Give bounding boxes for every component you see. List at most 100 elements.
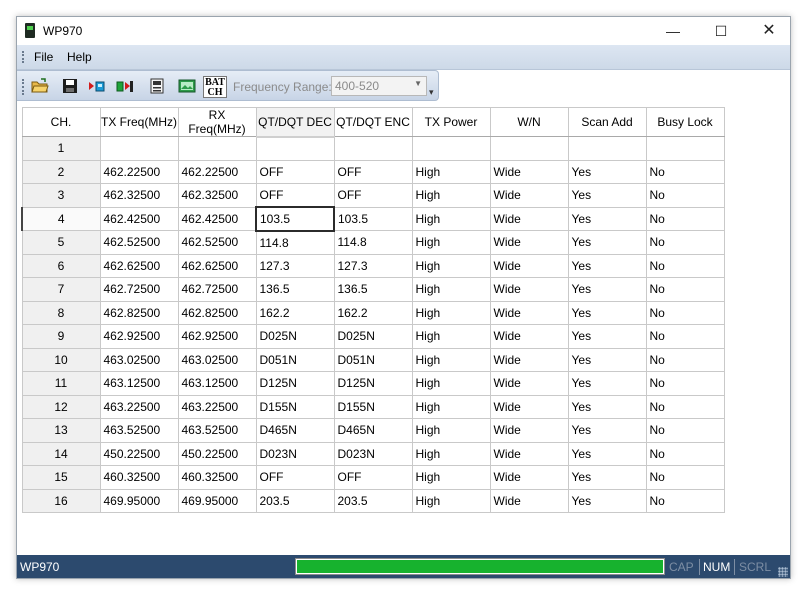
cell-dec[interactable]: 162.2 (255, 300, 335, 325)
cell-rx-freq[interactable]: 460.32500 (177, 465, 257, 490)
cell-enc[interactable]: 103.5 (333, 206, 413, 231)
toolbar-grip[interactable] (22, 79, 26, 95)
cell-tx-power[interactable]: High (411, 253, 491, 278)
cell-scan-add[interactable]: Yes (567, 253, 647, 278)
cell-busy-lock[interactable]: No (645, 465, 725, 490)
cell-rx-freq[interactable]: 462.32500 (177, 183, 257, 208)
cell-enc[interactable]: OFF (333, 183, 413, 208)
cell-wn[interactable]: Wide (489, 277, 569, 302)
read-radio-icon[interactable] (88, 77, 106, 95)
cell-enc[interactable]: D025N (333, 324, 413, 349)
column-header-busy-lock[interactable]: Busy Lock (645, 107, 725, 137)
cell-rx-freq[interactable]: 462.62500 (177, 253, 257, 278)
cell-wn[interactable]: Wide (489, 347, 569, 372)
cell-rx-freq[interactable]: 463.22500 (177, 394, 257, 419)
cell-busy-lock[interactable]: No (645, 300, 725, 325)
close-button[interactable]: ✕ (746, 17, 790, 45)
cell-enc[interactable]: D465N (333, 418, 413, 443)
cell-dec[interactable]: 114.8 (255, 230, 335, 255)
cell-tx-power[interactable]: High (411, 300, 491, 325)
cell-scan-add[interactable]: Yes (567, 347, 647, 372)
save-icon[interactable] (61, 77, 79, 95)
batch-channel-button[interactable]: BAT CH (203, 76, 227, 98)
cell-tx-power[interactable]: High (411, 371, 491, 396)
cell-tx-power[interactable]: High (411, 183, 491, 208)
cell-rx-freq[interactable]: 462.82500 (177, 300, 257, 325)
cell-enc[interactable]: OFF (333, 465, 413, 490)
cell-tx-freq[interactable]: 462.22500 (99, 159, 179, 184)
row-header[interactable]: 10 (21, 347, 101, 372)
cell-dec[interactable]: 127.3 (255, 253, 335, 278)
cell-enc[interactable]: D125N (333, 371, 413, 396)
cell-dec[interactable]: D023N (255, 441, 335, 466)
cell-wn[interactable]: Wide (489, 488, 569, 513)
cell-rx-freq[interactable] (177, 136, 257, 161)
menu-file[interactable]: File (34, 50, 53, 64)
cell-wn[interactable]: Wide (489, 300, 569, 325)
row-header[interactable]: 5 (21, 230, 101, 255)
cell-scan-add[interactable]: Yes (567, 324, 647, 349)
cell-tx-freq[interactable]: 462.62500 (99, 253, 179, 278)
cell-busy-lock[interactable] (645, 136, 725, 161)
cell-wn[interactable]: Wide (489, 441, 569, 466)
resize-grip[interactable] (778, 567, 788, 577)
cell-tx-freq[interactable]: 462.72500 (99, 277, 179, 302)
cell-rx-freq[interactable]: 462.42500 (177, 206, 257, 231)
cell-dec[interactable] (255, 136, 335, 161)
cell-tx-freq[interactable]: 463.52500 (99, 418, 179, 443)
toolbar-overflow-icon[interactable]: ▾ (429, 87, 434, 98)
cell-tx-freq[interactable]: 462.32500 (99, 183, 179, 208)
row-header[interactable]: 3 (21, 183, 101, 208)
cell-scan-add[interactable]: Yes (567, 488, 647, 513)
open-folder-icon[interactable] (31, 77, 49, 95)
cell-scan-add[interactable]: Yes (567, 418, 647, 443)
cell-tx-freq[interactable]: 460.32500 (99, 465, 179, 490)
cell-tx-freq[interactable]: 469.95000 (99, 488, 179, 513)
cell-wn[interactable]: Wide (489, 159, 569, 184)
row-header[interactable]: 7 (21, 277, 101, 302)
memory-icon[interactable] (148, 77, 166, 95)
cell-tx-freq[interactable]: 462.42500 (99, 206, 179, 231)
cell-tx-power[interactable]: High (411, 394, 491, 419)
title-bar[interactable]: WP970 — ☐ ✕ (17, 17, 790, 45)
cell-wn[interactable]: Wide (489, 324, 569, 349)
cell-wn[interactable]: Wide (489, 253, 569, 278)
cell-busy-lock[interactable]: No (645, 253, 725, 278)
write-radio-icon[interactable] (116, 77, 134, 95)
cell-wn[interactable]: Wide (489, 206, 569, 231)
cell-enc[interactable]: D155N (333, 394, 413, 419)
column-header-wn[interactable]: W/N (489, 107, 569, 137)
cell-tx-power[interactable]: High (411, 465, 491, 490)
cell-rx-freq[interactable]: 463.12500 (177, 371, 257, 396)
cell-rx-freq[interactable]: 462.52500 (177, 230, 257, 255)
row-header[interactable]: 1 (21, 136, 101, 161)
row-header[interactable]: 4 (21, 206, 101, 231)
cell-wn[interactable]: Wide (489, 371, 569, 396)
column-header-channel[interactable]: CH. (21, 107, 101, 137)
cell-tx-power[interactable]: High (411, 277, 491, 302)
cell-scan-add[interactable]: Yes (567, 441, 647, 466)
row-header[interactable]: 8 (21, 300, 101, 325)
cell-rx-freq[interactable]: 462.72500 (177, 277, 257, 302)
row-header[interactable]: 16 (21, 488, 101, 513)
cell-dec[interactable]: 103.5 (255, 206, 335, 232)
cell-dec[interactable]: D125N (255, 371, 335, 396)
cell-tx-freq[interactable]: 450.22500 (99, 441, 179, 466)
cell-dec[interactable]: 203.5 (255, 488, 335, 513)
row-header[interactable]: 6 (21, 253, 101, 278)
column-header-enc[interactable]: QT/DQT ENC (333, 107, 413, 137)
cell-wn[interactable]: Wide (489, 418, 569, 443)
maximize-button[interactable]: ☐ (698, 17, 744, 45)
frequency-range-select[interactable]: 400-520 ▼ (331, 76, 427, 96)
cell-tx-power[interactable]: High (411, 347, 491, 372)
cell-enc[interactable]: OFF (333, 159, 413, 184)
cell-busy-lock[interactable]: No (645, 159, 725, 184)
cell-scan-add[interactable]: Yes (567, 159, 647, 184)
cell-tx-freq[interactable]: 462.82500 (99, 300, 179, 325)
cell-enc[interactable]: 114.8 (333, 230, 413, 255)
cell-wn[interactable]: Wide (489, 230, 569, 255)
cell-tx-power[interactable]: High (411, 230, 491, 255)
row-header[interactable]: 13 (21, 418, 101, 443)
image-icon[interactable] (178, 77, 196, 95)
cell-busy-lock[interactable]: No (645, 206, 725, 231)
